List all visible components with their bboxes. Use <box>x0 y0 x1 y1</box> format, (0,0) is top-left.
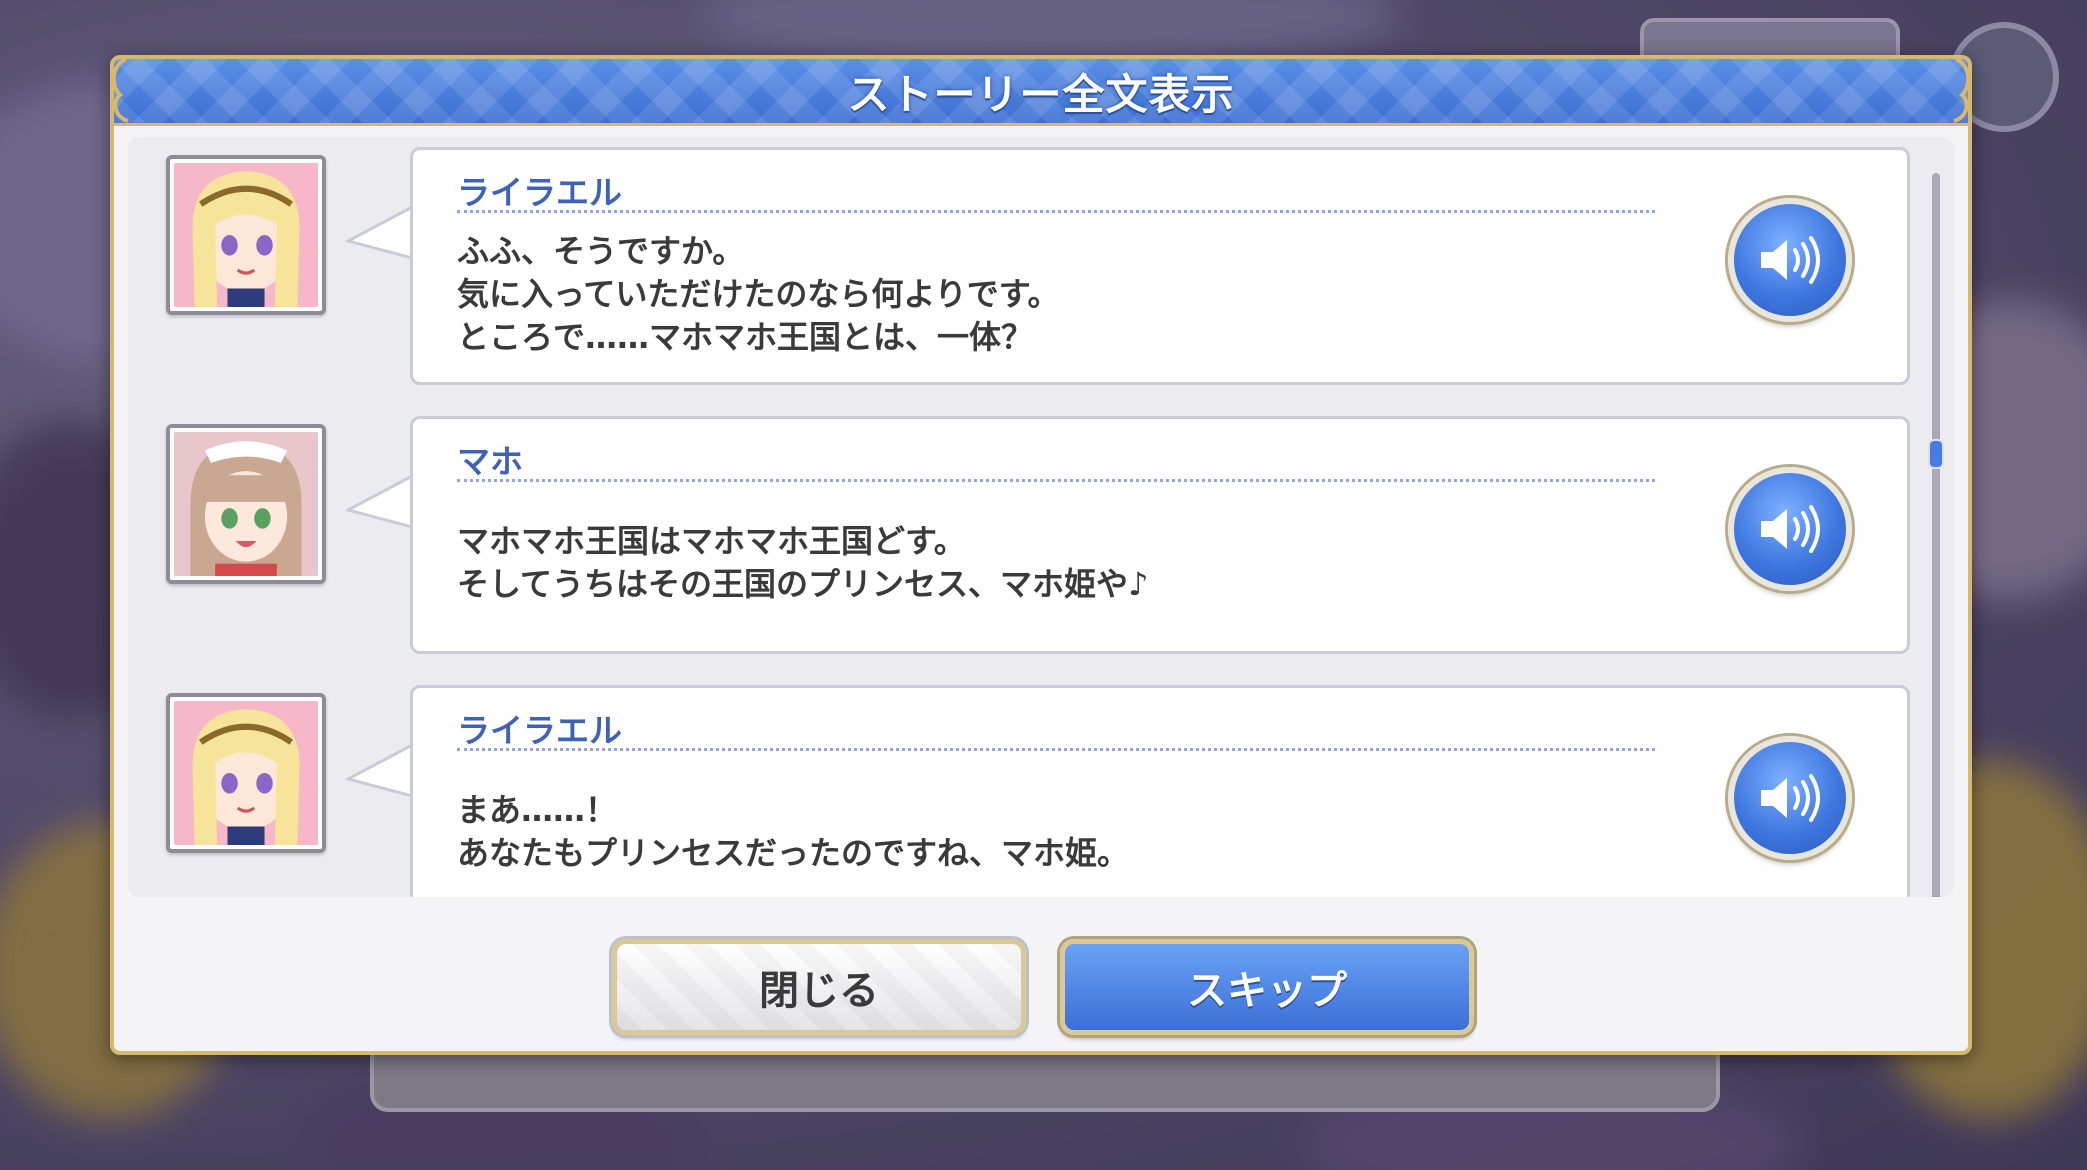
lyrael-portrait-icon <box>174 163 318 307</box>
speech-bubble-tail <box>346 470 416 534</box>
story-log-list[interactable]: ライラエル ふふ、そうですか。 気に入っていただけたのなら何よりです。 ところで… <box>128 137 1954 897</box>
story-log-dialog: ストーリー全文表示 ライラエル ふふ、そうですか。 気に入っていただけたのなら何… <box>110 55 1972 1055</box>
dotted-divider <box>457 210 1655 213</box>
log-entry: ライラエル まあ……！ あなたもプリンセスだったのですね、マホ姫。 <box>128 685 1954 897</box>
speech-bubble: ライラエル ふふ、そうですか。 気に入っていただけたのなら何よりです。 ところで… <box>410 147 1910 385</box>
dialog-header: ストーリー全文表示 <box>114 59 1968 126</box>
dotted-divider <box>457 748 1655 751</box>
dotted-divider <box>457 479 1655 482</box>
voice-play-button[interactable] <box>1728 736 1852 860</box>
scrollbar-track[interactable] <box>1928 173 1944 897</box>
dialogue-line: そしてうちはその王国のプリンセス、マホ姫や♪ <box>457 565 1149 603</box>
speech-bubble-tail <box>346 201 416 265</box>
corner-ornament-icon <box>111 57 129 123</box>
speaker-name: ライラエル <box>457 711 622 750</box>
dialogue-line: マホマホ王国はマホマホ王国どす。 <box>457 522 966 560</box>
character-avatar <box>166 155 326 315</box>
dialogue-line: まあ……！ <box>457 791 618 829</box>
character-avatar <box>166 693 326 853</box>
dialogue-line: あなたもプリンセスだったのですね、マホ姫。 <box>457 834 1130 872</box>
speaker-icon <box>1761 774 1820 822</box>
log-entry: マホ マホマホ王国はマホマホ王国どす。 そしてうちはその王国のプリンセス、マホ姫… <box>128 416 1954 661</box>
speaker-icon <box>1761 505 1820 553</box>
speech-bubble-tail <box>346 739 416 803</box>
speaker-icon <box>1761 236 1820 284</box>
maho-portrait-icon <box>174 432 318 576</box>
speaker-name: マホ <box>457 442 523 481</box>
character-avatar <box>166 424 326 584</box>
skip-button[interactable]: スキップ <box>1060 939 1474 1035</box>
speaker-name: ライラエル <box>457 173 622 212</box>
dialogue-line: 気に入っていただけたのなら何よりです。 <box>457 275 1060 313</box>
dialog-title: ストーリー全文表示 <box>847 69 1235 119</box>
close-button[interactable]: 閉じる <box>612 939 1026 1035</box>
dialogue-line: ふふ、そうですか。 <box>457 232 745 270</box>
log-entry: ライラエル ふふ、そうですか。 気に入っていただけたのなら何よりです。 ところで… <box>128 147 1954 392</box>
corner-ornament-icon <box>1953 57 1971 123</box>
scrollbar-thumb[interactable] <box>1928 439 1944 469</box>
dialogue-line: ところで……マホマホ王国とは、一体？ <box>457 318 1034 356</box>
game-screen: ストーリー全文表示 ライラエル ふふ、そうですか。 気に入っていただけたのなら何… <box>0 0 2087 1170</box>
speech-bubble: ライラエル まあ……！ あなたもプリンセスだったのですね、マホ姫。 <box>410 685 1910 897</box>
voice-play-button[interactable] <box>1728 198 1852 322</box>
speech-bubble: マホ マホマホ王国はマホマホ王国どす。 そしてうちはその王国のプリンセス、マホ姫… <box>410 416 1910 654</box>
voice-play-button[interactable] <box>1728 467 1852 591</box>
lyrael-portrait-icon <box>174 701 318 845</box>
